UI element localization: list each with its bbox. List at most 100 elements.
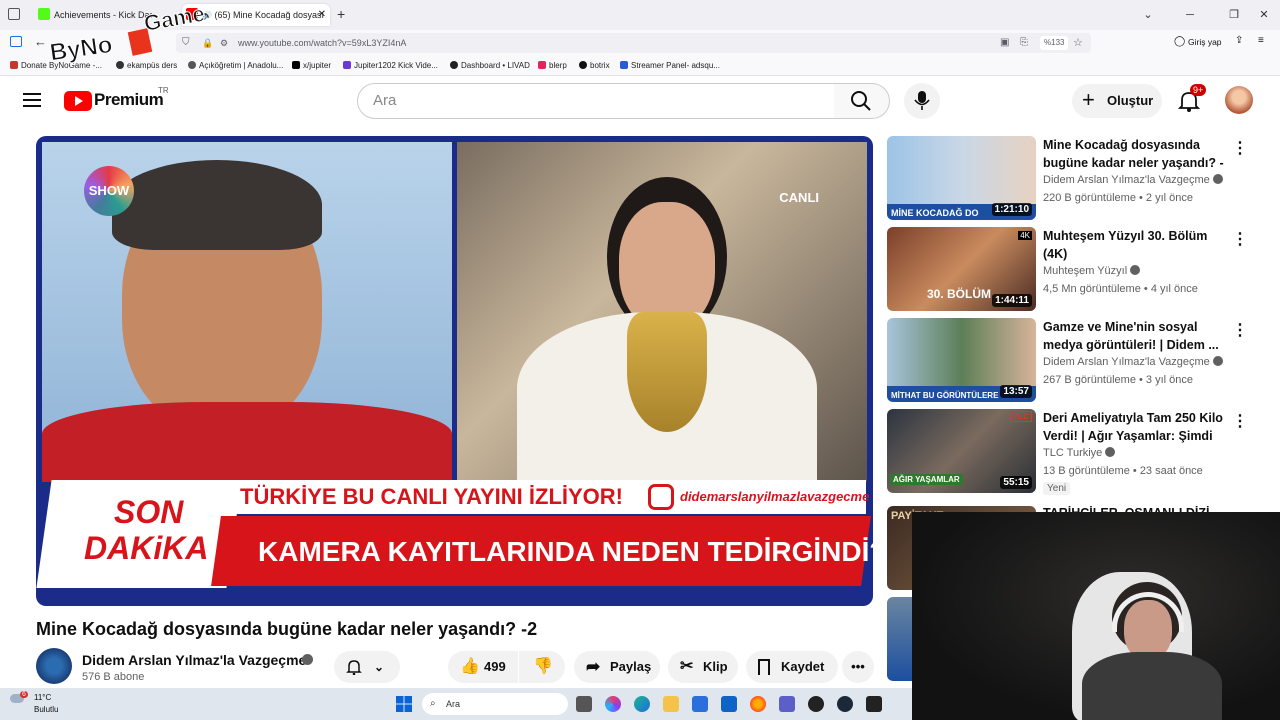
firefox-icon[interactable] xyxy=(750,696,766,712)
bookmark-favicon-icon xyxy=(343,61,351,69)
clip-label: Klip xyxy=(703,659,728,674)
thumbnail-badge: TLC xyxy=(1010,411,1032,422)
account-icon[interactable]: ◯ xyxy=(1174,36,1185,47)
thumbnail-text: MİNE KOCADAĞ DO xyxy=(891,208,979,218)
like-button[interactable]: 👍 499 xyxy=(448,651,518,683)
taskbar-search-input[interactable]: ⌕ Ara xyxy=(422,693,568,715)
video-duration: 1:21:10 xyxy=(991,203,1032,216)
zoom-level[interactable]: %133 xyxy=(1040,36,1069,50)
recommendation-meta: 4,5 Mn görüntüleme • 4 yıl önce xyxy=(1043,283,1198,295)
verified-icon xyxy=(1105,447,1116,457)
search-icon xyxy=(851,91,871,111)
steam-icon[interactable] xyxy=(837,696,853,712)
recommendation-item[interactable]: MİTHAT BU GÖRÜNTÜLERE 13:57 Gamze ve Min… xyxy=(887,318,1277,404)
thumbs-down-icon: 👎 xyxy=(533,658,553,675)
more-vertical-icon[interactable]: ⋮ xyxy=(1232,229,1248,249)
verified-icon xyxy=(1130,265,1141,275)
create-label: Oluştur xyxy=(1107,93,1154,108)
bookmark-item[interactable]: x/jupiter xyxy=(292,57,331,75)
more-actions-button[interactable]: ••• xyxy=(842,651,874,683)
task-view-icon[interactable] xyxy=(576,696,592,712)
close-window-icon[interactable]: ✕ xyxy=(1254,6,1274,24)
save-page-icon[interactable]: ⎘ xyxy=(1020,33,1028,53)
bookmark-item[interactable]: Dashboard • LIVAD xyxy=(450,57,530,75)
tab-overflow-chevron-icon[interactable]: ⌄ xyxy=(1138,6,1158,24)
video-thumbnail[interactable]: 4K 30. BÖLÜM 1:44:11 xyxy=(887,227,1036,311)
windows-taskbar: 6 11°C Bulutlu ⌕ Ara xyxy=(0,688,912,720)
edge-icon[interactable] xyxy=(634,696,650,712)
file-explorer-icon[interactable] xyxy=(663,696,679,712)
chevron-down-icon: ⌄ xyxy=(374,660,385,674)
logo-text: Premium xyxy=(94,90,164,109)
save-button[interactable]: Kaydet xyxy=(746,651,838,683)
recommendation-meta: 220 B görüntüleme • 2 yıl önce xyxy=(1043,192,1194,204)
bookmark-item[interactable]: blerp xyxy=(538,57,567,75)
more-vertical-icon[interactable]: ⋮ xyxy=(1232,411,1248,431)
more-vertical-icon[interactable]: ⋮ xyxy=(1232,320,1248,340)
taskbar-search-label: Ara xyxy=(446,699,461,709)
bookmark-item[interactable]: Streamer Panel- adsqu... xyxy=(620,57,720,75)
channel-avatar[interactable] xyxy=(36,648,72,684)
recommendation-meta: 267 B görüntüleme • 3 yıl önce xyxy=(1043,374,1194,386)
search-input[interactable]: Ara xyxy=(357,83,835,119)
more-vertical-icon[interactable]: ⋮ xyxy=(1232,138,1248,158)
thumbnail-text: 30. BÖLÜM xyxy=(927,287,992,301)
dislike-button[interactable]: 👎 xyxy=(519,651,565,683)
reader-view-icon[interactable]: ▣ xyxy=(1000,33,1009,53)
thumbnail-text: AĞIR YAŞAMLAR xyxy=(890,474,963,485)
copilot-icon[interactable] xyxy=(605,696,621,712)
signin-label[interactable]: Giriş yap xyxy=(1188,37,1222,47)
menu-icon[interactable]: ≡ xyxy=(1258,35,1264,46)
url-bar[interactable]: ⛉ 🔒 ⚙ www.youtube.com/watch?v=59xL3YZI4n… xyxy=(176,33,1091,53)
maximize-icon[interactable]: ❐ xyxy=(1224,6,1244,24)
sidebar-toggle-icon[interactable] xyxy=(10,36,22,47)
hamburger-menu-icon[interactable] xyxy=(23,92,41,108)
new-tab-icon[interactable]: + xyxy=(337,6,345,22)
bookmark-item[interactable]: Jupiter1202 Kick Vide... xyxy=(343,57,438,75)
voice-search-button[interactable] xyxy=(904,83,940,119)
verified-icon xyxy=(1212,356,1223,366)
video-thumbnail[interactable] xyxy=(887,597,912,681)
extensions-icon[interactable]: ⇪ xyxy=(1235,35,1243,46)
video-thumbnail[interactable]: MİTHAT BU GÖRÜNTÜLERE 13:57 xyxy=(887,318,1036,402)
video-meta-row: Didem Arslan Yılmaz'la Vazgeçme 576 B ab… xyxy=(36,646,876,688)
video-title: Mine Kocadağ dosyasında bugüne kadar nel… xyxy=(36,619,538,639)
bookmark-item[interactable]: botrix xyxy=(579,57,610,75)
minimize-icon[interactable]: ─ xyxy=(1180,6,1200,24)
avatar[interactable] xyxy=(1225,86,1253,114)
windows-start-icon[interactable] xyxy=(396,696,412,712)
instagram-handle: didemarslanyilmazlavazgecme xyxy=(680,489,870,504)
notifications-button[interactable]: 9+ xyxy=(1176,84,1207,114)
tab-list-icon[interactable] xyxy=(8,8,20,20)
bookmark-star-icon[interactable]: ☆ xyxy=(1073,33,1083,53)
weather-temperature: 11°C xyxy=(34,693,52,702)
teams-icon[interactable] xyxy=(779,696,795,712)
create-button[interactable]: + Oluştur xyxy=(1072,84,1162,118)
clip-button[interactable]: ✂ Klip xyxy=(668,651,738,683)
like-count: 499 xyxy=(484,659,506,674)
outlook-icon[interactable] xyxy=(721,696,737,712)
logo-region: TR xyxy=(158,86,169,95)
store-icon[interactable] xyxy=(692,696,708,712)
video-player[interactable]: SHOW CANLI SON DAKiKA TÜRKİYE BU CANLI Y… xyxy=(36,136,873,606)
recommendation-item[interactable]: 4K 30. BÖLÜM 1:44:11 Muhteşem Yüzyıl 30.… xyxy=(887,227,1277,313)
recommendation-item[interactable]: TLC AĞIR YAŞAMLAR 55:15 Deri Ameliyatıyl… xyxy=(887,409,1277,503)
search-button[interactable] xyxy=(834,83,890,119)
recommendation-title: Deri Ameliyatıyla Tam 250 Kilo Verdi! | … xyxy=(1043,411,1223,443)
subscription-bell-button[interactable]: ⌄ xyxy=(334,651,400,683)
notification-count-badge: 9+ xyxy=(1190,84,1207,96)
video-thumbnail[interactable]: MİNE KOCADAĞ DO 1:21:10 xyxy=(887,136,1036,220)
obs-icon[interactable] xyxy=(808,696,824,712)
close-tab-icon[interactable]: ✕ xyxy=(318,4,326,26)
epic-games-icon[interactable] xyxy=(866,696,882,712)
share-label: Paylaş xyxy=(610,659,652,674)
share-button[interactable]: ➦ Paylaş xyxy=(574,651,660,683)
thumbnail-text: MİTHAT BU GÖRÜNTÜLERE xyxy=(891,391,999,400)
channel-name[interactable]: Didem Arslan Yılmaz'la Vazgeçme xyxy=(82,652,306,668)
live-label: CANLI xyxy=(779,190,819,205)
recommendation-item[interactable]: MİNE KOCADAĞ DO 1:21:10 Mine Kocadağ dos… xyxy=(887,136,1277,222)
weather-widget[interactable]: 6 11°C Bulutlu xyxy=(10,691,70,717)
video-thumbnail[interactable]: TLC AĞIR YAŞAMLAR 55:15 xyxy=(887,409,1036,493)
search-icon: ⌕ xyxy=(430,698,436,709)
bookmark-favicon-icon xyxy=(620,61,628,69)
